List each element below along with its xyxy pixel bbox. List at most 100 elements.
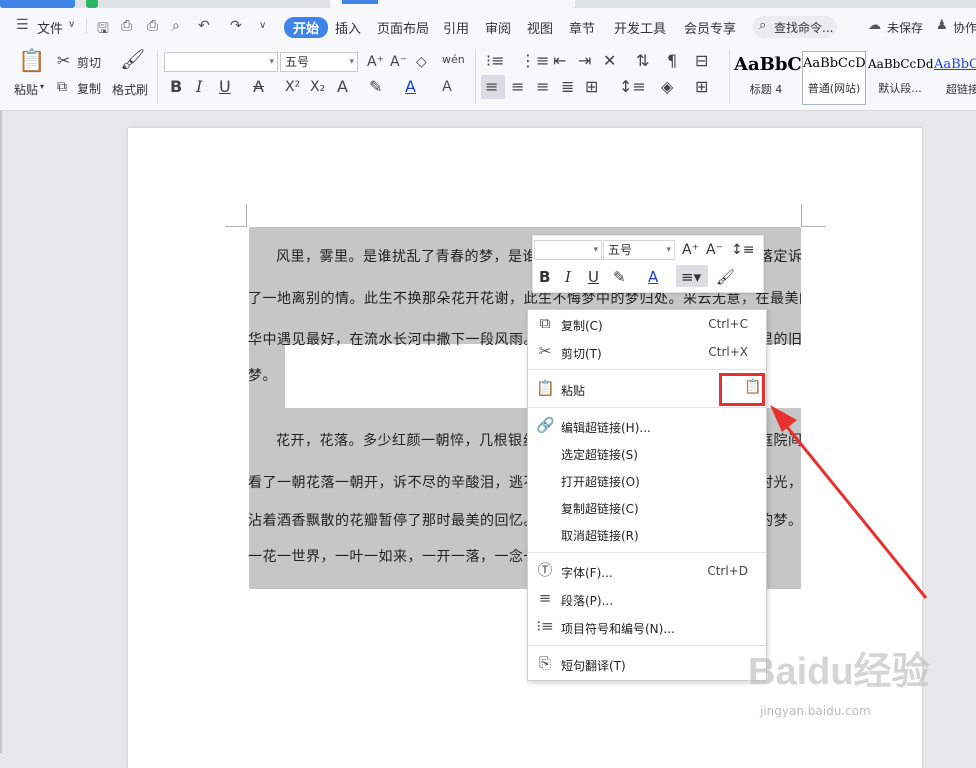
redo-icon[interactable]: ↷ bbox=[230, 18, 242, 34]
highlight-icon[interactable]: ✎ bbox=[369, 78, 382, 96]
shrink-font-icon[interactable]: A⁻ bbox=[706, 242, 723, 258]
tab-view[interactable]: 视图 bbox=[527, 18, 553, 37]
align-center-icon[interactable]: ≡ bbox=[511, 78, 524, 96]
highlight-icon[interactable]: ✎ bbox=[613, 269, 626, 285]
doc-line[interactable]: 梦。 bbox=[248, 365, 284, 385]
mini-font-name[interactable]: ▾ bbox=[534, 240, 602, 260]
menu-font[interactable]: Ⓣ 字体(F)... Ctrl+D bbox=[528, 558, 766, 584]
align-right-icon[interactable]: ≡ bbox=[536, 78, 549, 96]
chinese-layout-icon[interactable]: ✕ bbox=[603, 52, 616, 70]
line-spacing-icon[interactable]: ↕≡ bbox=[619, 78, 646, 96]
menu-copy-link[interactable]: 复制超链接(C) bbox=[528, 494, 766, 520]
tab-home[interactable]: 开始 bbox=[284, 17, 329, 38]
style-heading4[interactable]: AaBbC 标题 4 bbox=[734, 54, 802, 104]
bold-icon[interactable]: B bbox=[539, 269, 550, 285]
doc-line[interactable]: 一花一世界，一叶一如来，一开一落，一念一 bbox=[248, 546, 528, 566]
italic-icon[interactable]: I bbox=[196, 78, 202, 96]
grow-font-icon[interactable]: A⁺ bbox=[682, 242, 699, 258]
tab-page-layout[interactable]: 页面布局 bbox=[377, 18, 429, 37]
font-name-select[interactable]: ▾ bbox=[164, 52, 278, 72]
tab-references[interactable]: 引用 bbox=[443, 18, 469, 37]
paste-button-label[interactable]: 粘贴 bbox=[14, 81, 38, 98]
pinyin-icon[interactable]: wén bbox=[442, 51, 465, 69]
style-hyperlink[interactable]: AaBbCc 超链接 bbox=[934, 54, 976, 104]
borders-icon[interactable]: ⊞ bbox=[695, 78, 708, 96]
tab-fragment[interactable] bbox=[0, 0, 75, 8]
menu-translate[interactable]: ⎘ 短句翻译(T) bbox=[528, 651, 766, 677]
underline-icon[interactable]: U bbox=[219, 78, 231, 96]
paste-dropdown-icon[interactable]: ▾ bbox=[40, 82, 44, 91]
shrink-font-icon[interactable]: A⁻ bbox=[390, 53, 407, 71]
doc-line[interactable]: 落定诉 bbox=[759, 246, 803, 266]
command-search[interactable]: ⌕ 查找命令... bbox=[753, 16, 837, 38]
paste-icon[interactable]: 📋 bbox=[18, 50, 45, 74]
italic-icon[interactable]: I bbox=[565, 269, 571, 285]
save-status[interactable]: 未保存 bbox=[887, 19, 923, 36]
menu-select-link[interactable]: 选定超链接(S) bbox=[528, 440, 766, 466]
tab-insert[interactable]: 插入 bbox=[335, 18, 361, 37]
align-icon[interactable]: ≡▾ bbox=[681, 269, 701, 285]
format-painter-icon[interactable]: 🖌 bbox=[120, 49, 145, 69]
hamburger-icon[interactable]: ☰ bbox=[16, 17, 29, 33]
active-document-tab[interactable] bbox=[330, 0, 575, 8]
bullet-list-icon[interactable]: ⁝≡ bbox=[486, 52, 505, 70]
grow-font-icon[interactable]: A⁺ bbox=[367, 53, 384, 71]
increase-indent-icon[interactable]: ⇥ bbox=[578, 52, 591, 70]
sort-icon[interactable]: ⇅ bbox=[636, 52, 649, 70]
print-preview-icon[interactable]: ⌕ bbox=[172, 18, 180, 34]
copy-icon[interactable]: ⧉ bbox=[57, 78, 67, 96]
export-pdf-icon[interactable]: ⎙ bbox=[121, 18, 132, 34]
tab-developer[interactable]: 开发工具 bbox=[614, 18, 666, 37]
tab-chapter[interactable]: 章节 bbox=[569, 18, 595, 37]
menu-remove-link[interactable]: 取消超链接(R) bbox=[528, 521, 766, 547]
menu-copy[interactable]: ⧉ 复制(C) Ctrl+C bbox=[528, 311, 766, 337]
underline-icon[interactable]: U bbox=[588, 269, 599, 285]
doc-line[interactable]: 沾着酒香飘散的花瓣暂停了那时最美的回忆。不 bbox=[248, 510, 528, 530]
format-painter-button[interactable]: 格式刷 bbox=[112, 81, 148, 98]
subscript-icon[interactable]: X₂ bbox=[310, 78, 325, 96]
align-left-icon[interactable]: ≡ bbox=[485, 78, 498, 96]
superscript-icon[interactable]: X² bbox=[285, 78, 300, 96]
clear-format-icon[interactable]: ◇ bbox=[416, 53, 427, 71]
shading-icon[interactable]: ◈ bbox=[661, 78, 673, 96]
doc-line[interactable]: 花开，花落。多少红颜一朝悴，几根银丝 bbox=[276, 430, 528, 450]
more-chevron-icon[interactable]: ∨ bbox=[259, 20, 266, 31]
distribute-icon[interactable]: ⊞ bbox=[585, 78, 598, 96]
copy-button[interactable]: 复制 bbox=[77, 80, 101, 97]
format-painter-icon[interactable]: 🖌 bbox=[716, 269, 735, 285]
font-color-icon[interactable]: A bbox=[648, 269, 658, 285]
tab-stops-icon[interactable]: ⊟ bbox=[695, 52, 708, 70]
chevron-down-icon[interactable]: ∨ bbox=[68, 19, 75, 30]
style-normal-web[interactable]: AaBbCcD 普通(网站) bbox=[802, 51, 866, 105]
justify-icon[interactable]: ≣ bbox=[561, 78, 574, 96]
tab-member[interactable]: 会员专享 bbox=[684, 18, 736, 37]
doc-line[interactable]: 华中遇见最好，在流水长河中撒下一段风雨。拨 bbox=[248, 329, 548, 349]
doc-line[interactable]: 看了一朝花落一朝开，诉不尽的辛酸泪，逃不 bbox=[248, 472, 528, 492]
collab-button[interactable]: 协作 bbox=[953, 19, 976, 36]
file-menu[interactable]: 文件 bbox=[37, 18, 63, 37]
mini-font-size[interactable]: 五号 ▾ bbox=[603, 240, 675, 260]
decrease-indent-icon[interactable]: ⇤ bbox=[553, 52, 566, 70]
save-icon[interactable]: 🖫 bbox=[97, 18, 109, 42]
char-border-icon[interactable]: Ａ bbox=[440, 78, 454, 96]
text-effect-icon[interactable]: A bbox=[337, 78, 348, 96]
menu-paragraph[interactable]: ≡ 段落(P)... bbox=[528, 586, 766, 612]
tab-review[interactable]: 审阅 bbox=[485, 18, 511, 37]
cut-button[interactable]: 剪切 bbox=[77, 54, 101, 71]
menu-bullets[interactable]: ⁝≡ 项目符号和编号(N)... bbox=[528, 614, 766, 640]
style-default-paragraph[interactable]: AaBbCcDd 默认段... bbox=[868, 54, 934, 104]
print-icon[interactable]: ⎙ bbox=[147, 18, 158, 34]
bold-icon[interactable]: B bbox=[170, 78, 182, 96]
menu-open-link[interactable]: 打开超链接(O) bbox=[528, 467, 766, 493]
menu-cut[interactable]: ✂ 剪切(T) Ctrl+X bbox=[528, 339, 766, 365]
undo-icon[interactable]: ↶ bbox=[198, 18, 210, 34]
doc-line[interactable]: 风里，雾里。是谁扰乱了青春的梦，是谁看 bbox=[276, 246, 536, 266]
scissors-icon[interactable]: ✂ bbox=[57, 52, 70, 70]
font-size-select[interactable]: 五号 ▾ bbox=[280, 52, 358, 72]
numbered-list-icon[interactable]: ⋮≡ bbox=[520, 52, 549, 70]
menu-edit-link[interactable]: 🔗 编辑超链接(H)... bbox=[528, 413, 766, 439]
font-color-icon[interactable]: A bbox=[405, 78, 416, 96]
line-spacing-icon[interactable]: ↕≡ bbox=[731, 242, 754, 258]
show-marks-icon[interactable]: ¶ bbox=[667, 52, 677, 70]
strikethrough-icon[interactable]: A bbox=[253, 78, 264, 96]
